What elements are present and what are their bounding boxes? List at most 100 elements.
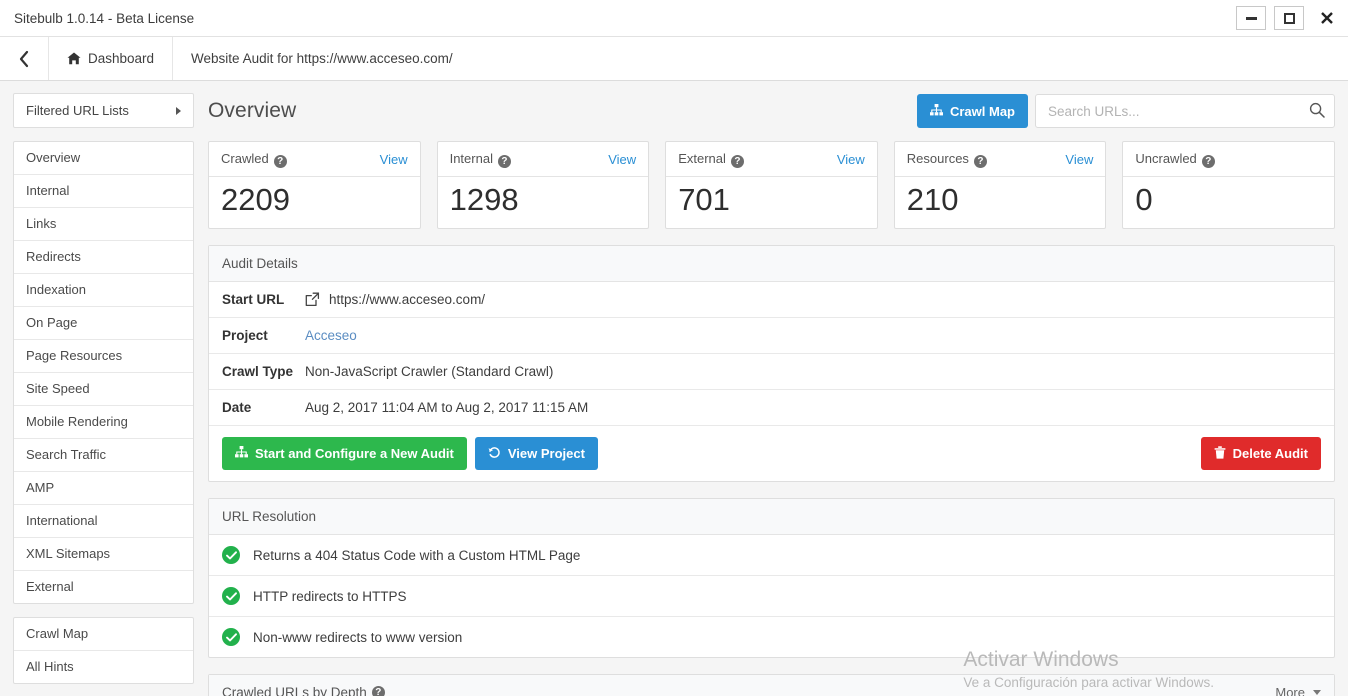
start-new-audit-label: Start and Configure a New Audit bbox=[255, 446, 454, 461]
sidebar-item-indexation[interactable]: Indexation bbox=[14, 274, 193, 307]
sidebar-item-links[interactable]: Links bbox=[14, 208, 193, 241]
sidebar-item-overview[interactable]: Overview bbox=[14, 142, 193, 175]
project-link[interactable]: Acceseo bbox=[305, 328, 357, 343]
content-header: Overview Crawl Map bbox=[208, 93, 1335, 129]
sidebar: Filtered URL Lists Overview Internal Lin… bbox=[0, 81, 195, 696]
stat-label-text: Resources bbox=[906, 150, 969, 166]
view-project-button[interactable]: View Project bbox=[474, 437, 598, 470]
filtered-url-lists-label: Filtered URL Lists bbox=[26, 103, 129, 118]
chevron-down-icon bbox=[1313, 690, 1321, 695]
detail-value: Acceseo bbox=[305, 328, 357, 343]
window-title: Sitebulb 1.0.14 - Beta License bbox=[0, 11, 194, 26]
breadcrumb-label: Website Audit for https://www.acceseo.co… bbox=[191, 51, 453, 66]
stat-value: 701 bbox=[678, 182, 730, 217]
detail-row-start-url: Start URL https://www.acceseo.com/ bbox=[209, 282, 1334, 318]
sidebar-item-xml-sitemaps[interactable]: XML Sitemaps bbox=[14, 538, 193, 571]
search-container bbox=[1035, 94, 1335, 128]
crawl-map-button[interactable]: Crawl Map bbox=[916, 94, 1028, 128]
sidebar-item-site-speed[interactable]: Site Speed bbox=[14, 373, 193, 406]
window-controls bbox=[1236, 0, 1348, 36]
stat-view-link[interactable]: View bbox=[380, 152, 408, 167]
minimize-icon bbox=[1245, 16, 1257, 20]
stat-value: 0 bbox=[1135, 182, 1153, 217]
stat-label-text: Internal bbox=[449, 150, 493, 166]
page-title: Overview bbox=[208, 99, 297, 122]
sidebar-item-amp[interactable]: AMP bbox=[14, 472, 193, 505]
url-resolution-text: HTTP redirects to HTTPS bbox=[253, 588, 407, 604]
header-actions: Crawl Map bbox=[916, 94, 1335, 128]
window-titlebar: Sitebulb 1.0.14 - Beta License bbox=[0, 0, 1348, 36]
crawled-urls-by-depth-panel: Crawled URLs by Depth? More bbox=[208, 674, 1335, 696]
external-link-icon[interactable] bbox=[305, 292, 320, 307]
chevron-right-icon bbox=[176, 106, 181, 115]
url-resolution-item: Non-www redirects to www version bbox=[209, 617, 1334, 657]
delete-audit-button[interactable]: Delete Audit bbox=[1200, 437, 1321, 470]
close-button[interactable] bbox=[1312, 6, 1342, 30]
sidebar-item-international[interactable]: International bbox=[14, 505, 193, 538]
help-icon[interactable]: ? bbox=[973, 154, 987, 168]
crawl-map-button-label: Crawl Map bbox=[949, 103, 1015, 119]
url-resolution-item: HTTP redirects to HTTPS bbox=[209, 576, 1334, 617]
license-label: - Beta License bbox=[104, 10, 195, 26]
sidebar-item-redirects[interactable]: Redirects bbox=[14, 241, 193, 274]
delete-audit-label: Delete Audit bbox=[1232, 446, 1308, 461]
sidebar-item-internal[interactable]: Internal bbox=[14, 175, 193, 208]
stat-label: Resources? bbox=[907, 151, 987, 168]
stat-card-internal: Internal? View 1298 bbox=[436, 141, 650, 229]
sidebar-item-mobile-rendering[interactable]: Mobile Rendering bbox=[14, 406, 193, 439]
stat-value: 210 bbox=[906, 182, 959, 217]
filtered-url-lists-panel: Filtered URL Lists bbox=[13, 93, 194, 128]
start-new-audit-button[interactable]: Start and Configure a New Audit bbox=[222, 437, 467, 470]
maximize-button[interactable] bbox=[1274, 6, 1304, 30]
url-resolution-panel: URL Resolution Returns a 404 Status Code… bbox=[208, 498, 1335, 658]
chevron-left-icon bbox=[19, 50, 29, 67]
search-input[interactable] bbox=[1035, 94, 1335, 128]
stat-value: 2209 bbox=[221, 182, 290, 217]
stat-view-link[interactable]: View bbox=[608, 152, 636, 167]
stat-view-link[interactable]: View bbox=[837, 152, 865, 167]
sidebar-item-external[interactable]: External bbox=[14, 571, 193, 603]
stat-value: 1298 bbox=[449, 182, 519, 217]
stat-label: External? bbox=[678, 151, 744, 168]
more-dropdown[interactable]: More bbox=[1275, 685, 1321, 696]
breadcrumb-bar: Dashboard Website Audit for https://www.… bbox=[0, 36, 1348, 81]
url-resolution-item: Returns a 404 Status Code with a Custom … bbox=[209, 535, 1334, 576]
maximize-icon bbox=[1283, 12, 1295, 24]
help-icon[interactable]: ? bbox=[371, 686, 385, 696]
filtered-url-lists-toggle[interactable]: Filtered URL Lists bbox=[14, 94, 193, 127]
sidebar-item-page-resources[interactable]: Page Resources bbox=[14, 340, 193, 373]
sidebar-item-all-hints[interactable]: All Hints bbox=[14, 651, 193, 683]
minimize-button[interactable] bbox=[1236, 6, 1266, 30]
sidebar-item-search-traffic[interactable]: Search Traffic bbox=[14, 439, 193, 472]
detail-key: Crawl Type bbox=[222, 364, 294, 379]
stat-label: Uncrawled? bbox=[1135, 151, 1215, 168]
help-icon[interactable]: ? bbox=[273, 154, 287, 168]
stat-card-header: Crawled? View bbox=[209, 142, 420, 177]
stat-card-external: External? View 701 bbox=[665, 141, 878, 229]
sidebar-item-crawl-map[interactable]: Crawl Map bbox=[14, 618, 193, 651]
detail-row-date: Date Aug 2, 2017 11:04 AM to Aug 2, 2017… bbox=[209, 390, 1334, 426]
help-icon[interactable]: ? bbox=[497, 154, 511, 168]
depth-panel-heading: Crawled URLs by Depth bbox=[222, 685, 367, 696]
stat-card-header: Uncrawled? bbox=[1123, 142, 1334, 177]
stat-view-link[interactable]: View bbox=[1065, 152, 1093, 167]
start-url-text: https://www.acceseo.com/ bbox=[329, 292, 486, 307]
audit-actions: Start and Configure a New Audit View Pro… bbox=[209, 426, 1334, 481]
main-content: Overview Crawl Map Search URLs... Crawle… bbox=[195, 81, 1348, 696]
detail-key: Start URL bbox=[222, 292, 285, 307]
detail-row-project: Project Acceseo bbox=[209, 318, 1334, 354]
check-circle-icon bbox=[222, 628, 240, 646]
nav-dashboard-label: Dashboard bbox=[88, 51, 155, 66]
stat-label: Crawled? bbox=[221, 151, 287, 168]
help-icon[interactable]: ? bbox=[730, 154, 744, 168]
check-circle-icon bbox=[222, 546, 240, 564]
sidebar-item-on-page[interactable]: On Page bbox=[14, 307, 193, 340]
stat-card-header: Resources? View bbox=[894, 142, 1106, 177]
nav-dashboard[interactable]: Dashboard bbox=[49, 37, 174, 80]
help-icon[interactable]: ? bbox=[1201, 154, 1215, 168]
stat-card-resources: Resources? View 210 bbox=[893, 141, 1107, 229]
url-resolution-text: Returns a 404 Status Code with a Custom … bbox=[253, 547, 581, 563]
detail-value: Aug 2, 2017 11:04 AM to Aug 2, 2017 11:1… bbox=[305, 400, 589, 415]
back-button[interactable] bbox=[0, 37, 49, 80]
stat-cards: Crawled? View 2209 Internal? View 1298 E… bbox=[208, 141, 1335, 229]
